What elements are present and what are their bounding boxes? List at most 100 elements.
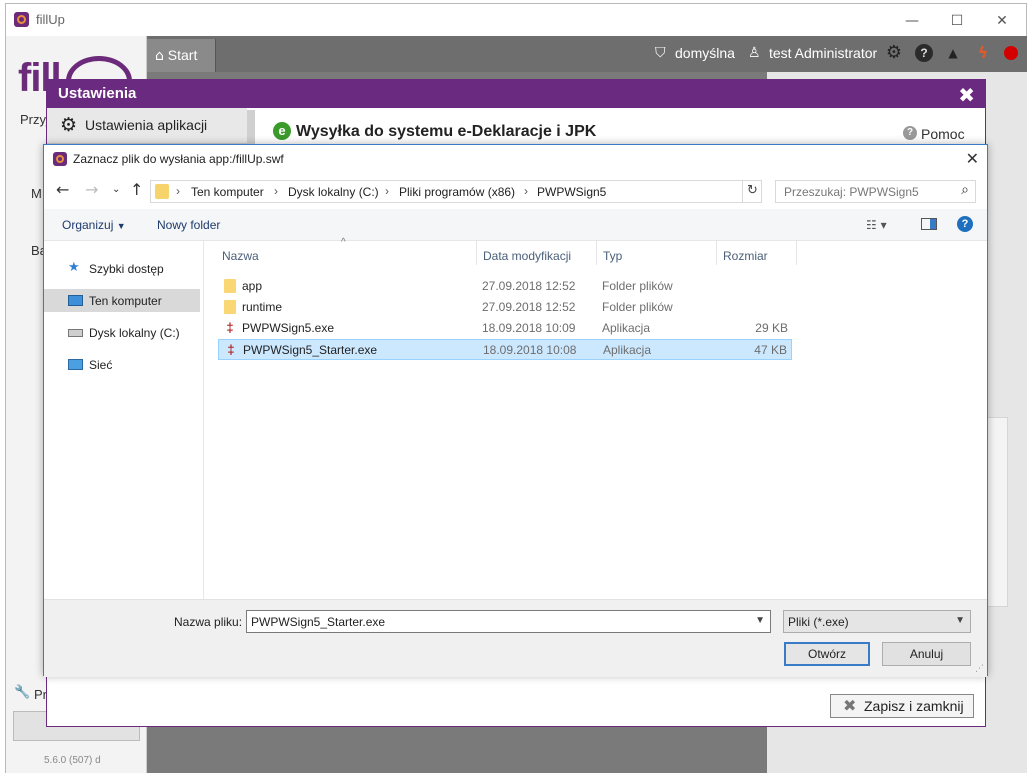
start-tab-label: Start <box>167 47 198 63</box>
breadcrumb-item[interactable]: Pliki programów (x86) <box>399 185 515 199</box>
file-dialog-navbar: ← → ⌄ ↑ › Ten komputer › Dysk lokalny (C… <box>44 173 987 209</box>
chevron-down-icon: ▼ <box>116 221 126 231</box>
nav-item-label: Ten komputer <box>89 294 162 308</box>
search-input[interactable]: Przeszukaj: PWPWSign5 ⌕ <box>775 180 976 203</box>
file-name: app <box>242 279 263 293</box>
file-name: PWPWSign5_Starter.exe <box>243 343 378 357</box>
breadcrumb-item[interactable]: PWPWSign5 <box>537 185 606 199</box>
file-dialog-footer: Nazwa pliku: PWPWSign5_Starter.exe ▼ Pli… <box>44 599 987 677</box>
file-list: ^ Nazwa Data modyfikacji Typ Rozmiar app… <box>204 237 987 599</box>
preview-pane-icon[interactable] <box>921 218 937 230</box>
organize-label: Organizuj <box>62 218 114 232</box>
filetype-select[interactable]: Pliki (*.exe) ▼ <box>783 610 971 633</box>
breadcrumb-item[interactable]: Dysk lokalny (C:) <box>288 185 379 199</box>
gear-icon[interactable]: ⚙ <box>885 44 903 62</box>
cloud-upload-icon[interactable]: ▲ <box>944 44 962 62</box>
breadcrumb-separator: › <box>274 184 278 198</box>
breadcrumb-separator: › <box>385 184 389 198</box>
record-icon[interactable] <box>1004 46 1018 60</box>
filename-label: Nazwa pliku: <box>174 615 243 629</box>
new-folder-button[interactable]: Nowy folder <box>157 218 220 232</box>
file-row-selected[interactable]: ‡ PWPWSign5_Starter.exe 18.09.2018 10:08… <box>218 339 792 360</box>
star-icon: ★ <box>68 260 80 275</box>
file-date: 18.09.2018 10:08 <box>483 343 577 357</box>
open-button[interactable]: Otwórz <box>784 642 870 666</box>
refresh-icon[interactable]: ↻ <box>742 180 762 203</box>
file-dialog-title: Zaznacz plik do wysłania app:/fillUp.swf <box>73 152 284 166</box>
nav-item-quick-access[interactable]: ★ Szybki dostęp <box>44 257 200 280</box>
up-arrow-icon[interactable]: ↑ <box>130 180 143 199</box>
close-icon[interactable]: ✕ <box>966 149 979 168</box>
column-divider <box>716 241 717 265</box>
column-header-name[interactable]: Nazwa <box>222 249 259 263</box>
close-icon[interactable]: ✖ <box>958 83 975 107</box>
settings-nav-item[interactable]: ⚙ Ustawienia aplikacji <box>47 108 247 144</box>
view-options-icon[interactable]: ☷ ▾ <box>866 218 887 232</box>
organize-menu[interactable]: Organizuj ▼ <box>62 218 126 232</box>
column-header-type[interactable]: Typ <box>603 249 622 263</box>
nav-item-network[interactable]: Sieć <box>44 353 200 376</box>
chevron-down-icon[interactable]: ▼ <box>755 615 765 626</box>
user-icon: ♙ <box>748 45 761 61</box>
nav-item-this-pc[interactable]: Ten komputer <box>44 289 200 312</box>
save-and-close-button[interactable]: ✖ Zapisz i zamknij <box>830 694 974 718</box>
exe-icon: ‡ <box>226 320 234 335</box>
drive-icon <box>68 329 83 337</box>
sidebar-fragment: Przyj <box>20 112 49 127</box>
filename-field[interactable]: PWPWSign5_Starter.exe ▼ <box>246 610 771 633</box>
file-type: Folder plików <box>602 279 673 293</box>
computer-icon <box>68 295 83 306</box>
file-row[interactable]: runtime 27.09.2018 12:52 Folder plików <box>218 297 792 318</box>
column-header-size[interactable]: Rozmiar <box>723 249 768 263</box>
version-label: 5.6.0 (507) d <box>44 755 101 766</box>
maximize-button[interactable]: ☐ <box>935 8 979 34</box>
folder-icon <box>224 279 236 293</box>
save-and-close-label: Zapisz i zamknij <box>864 698 964 714</box>
nav-item-local-disk[interactable]: Dysk lokalny (C:) <box>44 321 200 344</box>
profile-label[interactable]: domyślna <box>675 45 735 61</box>
help-icon[interactable]: ? <box>915 44 933 62</box>
breadcrumb-item[interactable]: Ten komputer <box>191 185 264 199</box>
settings-header: Ustawienia ✖ <box>47 80 985 108</box>
exe-icon: ‡ <box>227 342 235 357</box>
forward-arrow-icon[interactable]: → <box>85 180 98 199</box>
profile-icon: ⛉ <box>655 45 666 61</box>
file-date: 27.09.2018 12:52 <box>482 300 576 314</box>
start-tab[interactable]: ⌂ Start <box>147 39 216 72</box>
breadcrumb-separator: › <box>524 184 528 198</box>
power-icon[interactable]: ϟ <box>974 44 992 62</box>
back-arrow-icon[interactable]: ← <box>56 180 69 199</box>
help-icon[interactable]: ? <box>903 126 917 140</box>
wrench-icon: 🔧 <box>14 685 31 700</box>
address-bar[interactable]: › Ten komputer › Dysk lokalny (C:) › Pli… <box>150 180 842 203</box>
settings-section-title: Wysyłka do systemu e-Deklaracje i JPK <box>296 123 597 140</box>
file-size: 29 KB <box>755 321 788 335</box>
file-row[interactable]: app 27.09.2018 12:52 Folder plików <box>218 276 792 297</box>
close-icon: ✖ <box>843 696 857 715</box>
sidebar-fragment: M <box>31 186 42 201</box>
folder-icon <box>155 184 169 199</box>
help-icon[interactable]: ? <box>957 216 973 232</box>
navigation-pane: ★ Szybki dostęp Ten komputer Dysk lokaln… <box>44 241 204 599</box>
column-divider <box>796 241 797 265</box>
e-declaration-icon: e <box>273 122 291 140</box>
user-label[interactable]: test Administrator <box>769 45 877 61</box>
app-title: fillUp <box>36 12 65 27</box>
breadcrumb-separator: › <box>176 184 180 198</box>
file-row[interactable]: ‡ PWPWSign5.exe 18.09.2018 10:09 Aplikac… <box>218 318 792 339</box>
recent-locations-chevron-icon[interactable]: ⌄ <box>112 184 120 195</box>
file-dialog-titlebar: Zaznacz plik do wysłania app:/fillUp.swf… <box>44 145 987 173</box>
help-link[interactable]: Pomoc <box>921 126 965 142</box>
resize-grip-icon[interactable]: ⋰ <box>975 663 984 674</box>
file-name: PWPWSign5.exe <box>242 321 335 335</box>
file-name: runtime <box>242 300 283 314</box>
minimize-button[interactable]: — <box>890 8 934 34</box>
filetype-value: Pliki (*.exe) <box>788 615 849 629</box>
nav-item-label: Dysk lokalny (C:) <box>89 326 180 340</box>
chevron-down-icon: ▼ <box>955 615 965 626</box>
close-window-button[interactable]: ✕ <box>980 8 1024 34</box>
cancel-button[interactable]: Anuluj <box>882 642 971 666</box>
search-placeholder: Przeszukaj: PWPWSign5 <box>784 185 919 199</box>
file-size: 47 KB <box>754 343 787 357</box>
column-header-date[interactable]: Data modyfikacji <box>483 249 571 263</box>
